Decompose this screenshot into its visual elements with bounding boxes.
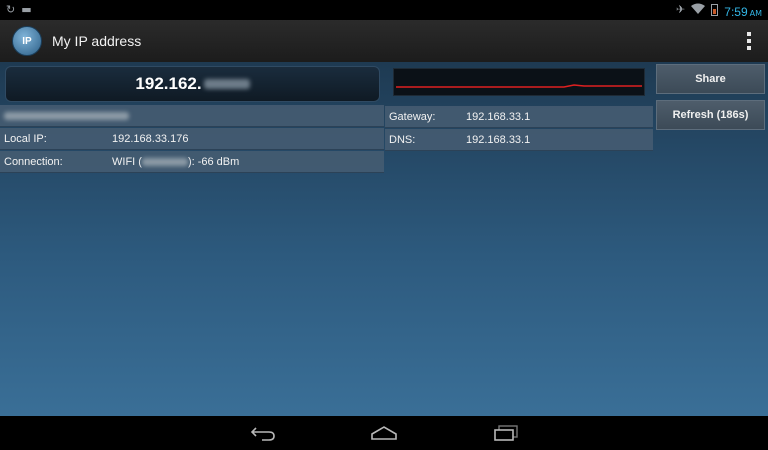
public-ip-value: 192.162. (135, 74, 202, 93)
navigation-bar (0, 416, 768, 450)
hostname-redacted (4, 111, 129, 120)
refresh-button[interactable]: Refresh (186s) (656, 100, 765, 130)
app-icon[interactable]: IP (12, 26, 42, 56)
local-ip-value: 192.168.33.176 (112, 132, 189, 145)
connection-label: Connection: (4, 155, 63, 168)
action-bar: IP My IP address (0, 20, 768, 62)
clock-time: 7:59 (724, 4, 748, 19)
public-ip-display: 192.162. (5, 66, 380, 102)
back-icon[interactable] (245, 423, 281, 443)
overflow-menu-icon[interactable] (742, 28, 756, 54)
sync-icon: ↻ (6, 3, 16, 16)
signal-graph-line (396, 84, 642, 88)
signal-graph-svg (396, 84, 642, 88)
gateway-label: Gateway: (389, 110, 436, 123)
airplane-icon: ✈ (676, 3, 686, 16)
public-ip-redacted (203, 79, 250, 89)
local-ip-label: Local IP: (4, 132, 47, 145)
recent-apps-icon[interactable] (488, 423, 524, 443)
local-ip-row: Local IP: 192.168.33.176 (0, 128, 384, 150)
battery-icon (711, 4, 719, 16)
status-bar: ↻ ▬ ✈ 7:59 AM (0, 0, 768, 20)
notification-icon: ▬ (21, 3, 32, 16)
status-right: ✈ 7:59 AM (676, 1, 762, 20)
main-content: 192.162. Share Refresh (186s) Local IP: … (0, 62, 768, 416)
connection-type: WIFI (112, 155, 136, 168)
status-left: ↻ ▬ (6, 4, 32, 16)
dns-value: 192.168.33.1 (466, 133, 531, 146)
hostname-row (0, 105, 384, 127)
ssid-redacted (141, 157, 188, 166)
connection-signal: ): -66 dBm (187, 155, 240, 168)
clock-ampm: AM (749, 8, 762, 18)
connection-value: WIFI (): -66 dBm (112, 156, 239, 168)
dns-label: DNS: (389, 133, 416, 146)
clock: 7:59 AM (724, 1, 762, 20)
connection-row: Connection: WIFI (): -66 dBm (0, 151, 384, 173)
signal-graph (393, 68, 645, 96)
gateway-row: Gateway: 192.168.33.1 (385, 106, 653, 128)
share-button[interactable]: Share (656, 64, 765, 94)
wifi-icon (691, 3, 706, 17)
gateway-value: 192.168.33.1 (466, 110, 531, 123)
app-title: My IP address (52, 33, 142, 49)
dns-row: DNS: 192.168.33.1 (385, 129, 653, 151)
home-icon[interactable] (366, 423, 402, 443)
